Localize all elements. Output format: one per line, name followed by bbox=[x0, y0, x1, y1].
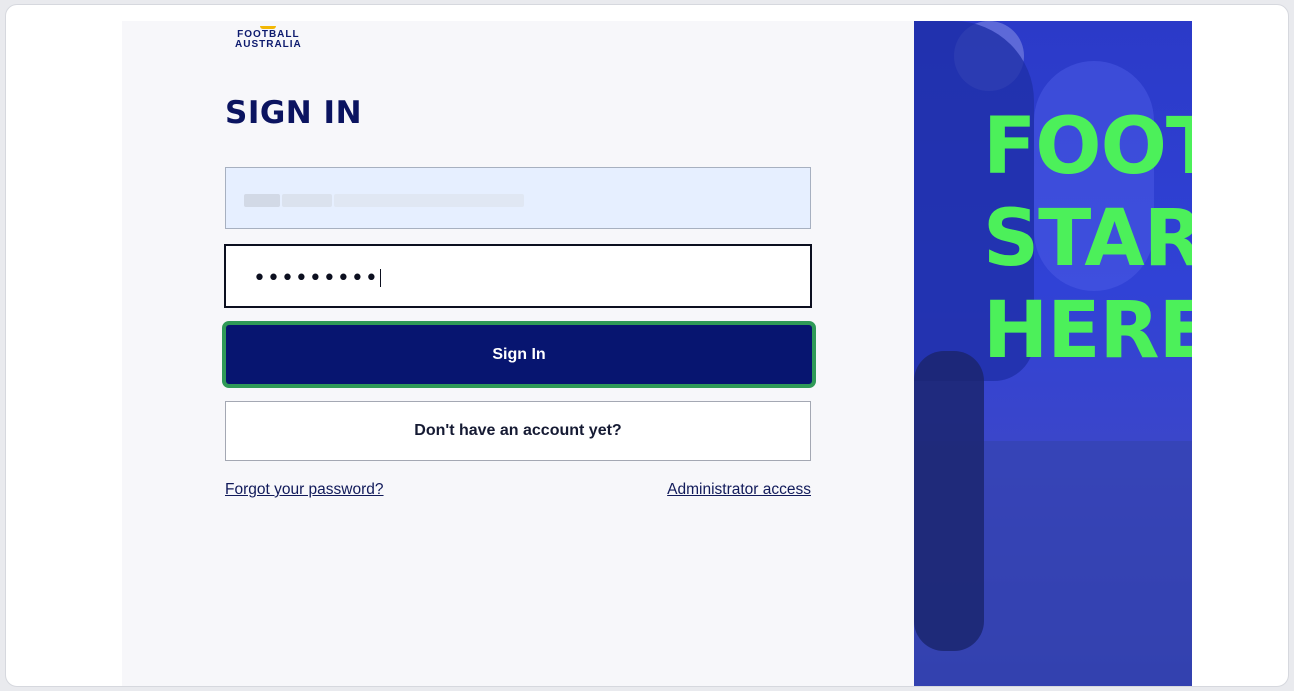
football-australia-logo[interactable]: FOOTBALL AUSTRALIA bbox=[235, 26, 302, 50]
hero-slogan-line2: STAR bbox=[983, 194, 1192, 284]
text-caret bbox=[379, 269, 381, 287]
hero-slogan-line1: FOOT bbox=[983, 102, 1192, 192]
hero-photo-player bbox=[914, 351, 984, 651]
administrator-access-link[interactable]: Administrator access bbox=[667, 481, 811, 499]
redacted-text bbox=[334, 194, 524, 207]
hero-slogan: FOOT STAR HERE bbox=[983, 101, 1192, 377]
hero-slogan-line3: HERE bbox=[983, 286, 1192, 376]
signin-panel: FOOTBALL AUSTRALIA SIGN IN ••••••••• Sig… bbox=[122, 21, 914, 686]
logo-line2: AUSTRALIA bbox=[235, 39, 302, 50]
forgot-password-link[interactable]: Forgot your password? bbox=[225, 481, 384, 499]
browser-frame: FOOTBALL AUSTRALIA SIGN IN ••••••••• Sig… bbox=[5, 4, 1289, 687]
hero-panel: FOOT STAR HERE bbox=[914, 21, 1192, 686]
password-field[interactable]: ••••••••• bbox=[224, 244, 812, 308]
create-account-button[interactable]: Don't have an account yet? bbox=[225, 401, 811, 461]
redacted-text bbox=[244, 194, 280, 207]
signin-button[interactable]: Sign In bbox=[222, 321, 816, 388]
redacted-text bbox=[282, 194, 332, 207]
signin-page: FOOTBALL AUSTRALIA SIGN IN ••••••••• Sig… bbox=[122, 21, 1192, 686]
password-value: ••••••••• bbox=[253, 266, 381, 291]
page-title: SIGN IN bbox=[225, 95, 363, 131]
email-field[interactable] bbox=[225, 167, 811, 229]
